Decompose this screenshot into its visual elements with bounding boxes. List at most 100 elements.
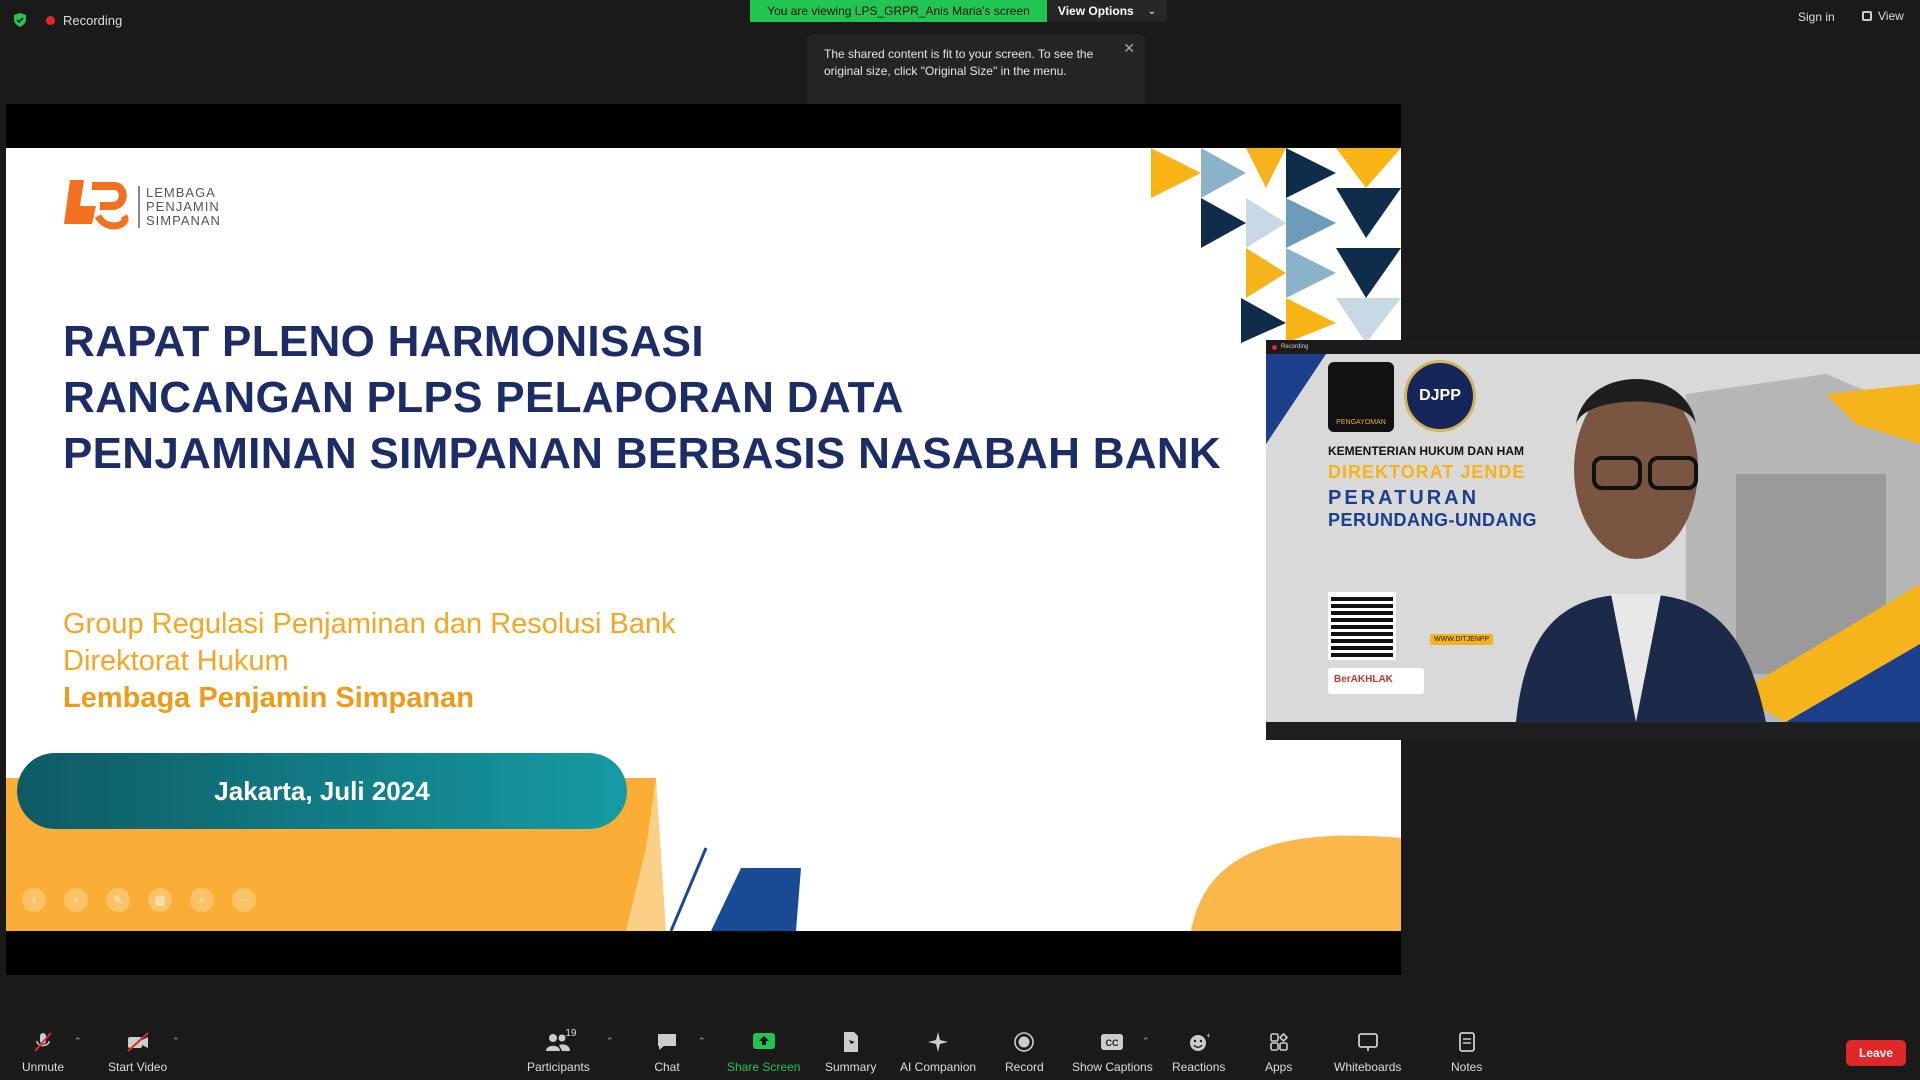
whiteboard-icon [1355, 1030, 1381, 1054]
logo-line: PENJAMIN [146, 199, 220, 214]
subtitle-directorate: Direktorat Hukum [63, 645, 289, 677]
close-icon[interactable]: ✕ [1123, 40, 1135, 57]
share-screen-icon [751, 1030, 777, 1054]
slide-title-line: PENJAMINAN SIMPANAN BERBASIS NASABAH BAN… [63, 429, 1221, 478]
video-top-bar: Recording [1266, 340, 1920, 354]
video-recording-label: Recording [1281, 344, 1309, 350]
notes-icon [1454, 1030, 1480, 1054]
ai-companion-button[interactable]: AI Companion [900, 1030, 976, 1074]
more-icon[interactable]: ⋯ [232, 888, 256, 912]
zoom-icon[interactable]: ⌕ [190, 888, 214, 912]
leave-button[interactable]: Leave [1846, 1040, 1906, 1066]
view-layout-icon [1862, 11, 1872, 21]
view-options-button[interactable]: View Options ⌄ [1047, 0, 1167, 22]
lps-logo: LEMBAGA PENJAMIN SIMPANAN [62, 176, 221, 238]
view-label: View [1878, 9, 1904, 23]
svg-text:CC: CC [1106, 1038, 1119, 1048]
recording-indicator[interactable]: Recording [46, 10, 122, 30]
blue-slash [711, 868, 801, 931]
participant-video-tile[interactable]: Recording PENGAYOMAN DJPP KEMENTERIAN HU… [1266, 340, 1920, 740]
view-button[interactable]: View [1862, 9, 1904, 23]
reactions-label: Reactions [1172, 1060, 1226, 1074]
video-website-text: WWW.DITJENPP [1430, 634, 1494, 645]
pen-icon[interactable]: ✎ [106, 888, 130, 912]
recording-label: Recording [63, 12, 123, 28]
grid-icon[interactable]: ▦ [148, 888, 172, 912]
sign-in-link[interactable]: Sign in [1798, 10, 1835, 24]
view-options-label: View Options [1057, 4, 1134, 18]
djpp-badge: DJPP [1404, 360, 1476, 432]
share-screen-label: Share Screen [727, 1060, 801, 1074]
whiteboards-label: Whiteboards [1334, 1060, 1402, 1074]
video-mini-toolbar [1266, 722, 1920, 740]
chat-icon [654, 1030, 680, 1054]
record-label: Record [1005, 1060, 1044, 1074]
summary-icon [838, 1030, 864, 1054]
summary-button[interactable]: Summary [825, 1030, 876, 1074]
logo-text: LEMBAGA PENJAMIN SIMPANAN [138, 186, 221, 228]
start-video-label: Start Video [108, 1060, 168, 1074]
fit-screen-tooltip: The shared content is fit to your screen… [807, 34, 1145, 108]
reactions-button[interactable]: + Reactions [1172, 1030, 1225, 1074]
show-captions-button[interactable]: CC Show Captions [1072, 1030, 1153, 1074]
logo-line: SIMPANAN [146, 213, 221, 228]
ai-companion-label: AI Companion [900, 1060, 977, 1074]
show-captions-label: Show Captions [1072, 1060, 1153, 1074]
chat-options-chevron-icon[interactable]: ⌃ [698, 1036, 706, 1047]
notes-button[interactable]: Notes [1451, 1030, 1482, 1074]
participants-label: Participants [527, 1060, 590, 1074]
camera-off-icon [125, 1030, 151, 1054]
slide-controls: ‹ › ✎ ▦ ⌕ ⋯ [22, 888, 256, 912]
record-button[interactable]: Record [1005, 1030, 1044, 1074]
chevron-down-icon: ⌄ [1147, 5, 1157, 17]
start-video-button[interactable]: Start Video [108, 1030, 167, 1074]
apps-label: Apps [1265, 1060, 1293, 1074]
record-icon [1011, 1030, 1037, 1054]
pengayoman-badge: PENGAYOMAN [1328, 362, 1394, 432]
svg-text:+: + [1206, 1031, 1210, 1040]
participants-options-chevron-icon[interactable]: ⌃ [606, 1036, 614, 1047]
summary-label: Summary [825, 1060, 877, 1074]
participants-button[interactable]: 19 Participants [527, 1028, 590, 1074]
participants-count: 19 [565, 1028, 577, 1039]
lps-logo-mark [64, 180, 129, 230]
chat-button[interactable]: Chat [654, 1030, 680, 1074]
slide-title: RAPAT PLENO HARMONISASI RANCANGAN PLPS P… [63, 314, 1323, 482]
video-ministry-text: KEMENTERIAN HUKUM DAN HAM [1328, 444, 1524, 458]
video-perundang-text: PERUNDANG-UNDANG [1328, 510, 1537, 530]
notes-label: Notes [1451, 1060, 1483, 1074]
whiteboards-button[interactable]: Whiteboards [1334, 1030, 1401, 1074]
shield-icon [14, 13, 26, 27]
presentation-slide: LEMBAGA PENJAMIN SIMPANAN RAPAT PLENO HA… [6, 148, 1401, 931]
apps-icon [1266, 1030, 1292, 1054]
next-slide-icon[interactable]: › [64, 888, 88, 912]
unmute-label: Unmute [22, 1060, 65, 1074]
tooltip-text: The shared content is fit to your screen… [824, 47, 1094, 78]
berakhlak-logo: BerAKHLAK [1328, 668, 1424, 694]
orange-circle-right [1191, 835, 1401, 931]
chat-label: Chat [654, 1060, 680, 1074]
recording-dot-icon [1272, 344, 1277, 350]
captions-icon: CC [1099, 1030, 1125, 1054]
video-peraturan-text: PERATURAN [1328, 487, 1480, 509]
logo-line: LEMBAGA [146, 185, 216, 200]
apps-button[interactable]: Apps [1265, 1030, 1292, 1074]
subtitle-institution: Lembaga Penjamin Simpanan [63, 682, 474, 714]
qr-code [1328, 592, 1396, 660]
video-directorate-text: DIREKTORAT JENDE [1328, 462, 1526, 482]
share-screen-button[interactable]: Share Screen [727, 1030, 800, 1074]
slide-title-line: RANCANGAN PLPS PELAPORAN DATA [63, 373, 904, 422]
reactions-icon: + [1186, 1030, 1212, 1054]
slide-subtitle: Group Regulasi Penjaminan dan Resolusi B… [63, 606, 676, 717]
audio-options-chevron-icon[interactable]: ⌃ [74, 1036, 82, 1047]
subtitle-group: Group Regulasi Penjaminan dan Resolusi B… [63, 608, 676, 640]
video-options-chevron-icon[interactable]: ⌃ [172, 1036, 180, 1047]
recording-dot-icon [46, 15, 55, 25]
captions-options-chevron-icon[interactable]: ⌃ [1142, 1036, 1150, 1047]
unmute-button[interactable]: Unmute [22, 1030, 64, 1074]
meeting-toolbar: Unmute ⌃ Start Video ⌃ 19 Participants ⌃… [0, 1020, 1920, 1080]
sparkle-icon [925, 1030, 951, 1054]
prev-slide-icon[interactable]: ‹ [22, 888, 46, 912]
slide-title-line: RAPAT PLENO HARMONISASI [63, 317, 704, 366]
microphone-muted-icon [30, 1030, 56, 1054]
